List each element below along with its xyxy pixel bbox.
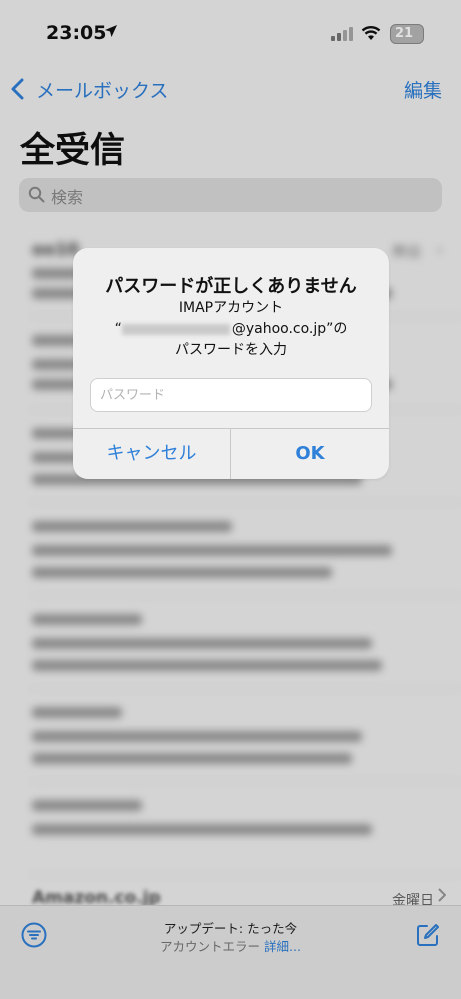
alert-email-domain: @yahoo.co.jp [231,321,327,337]
redacted-email [121,323,230,335]
alert-message-line3: パスワードを入力 [175,342,287,358]
password-field[interactable] [90,378,372,412]
alert-close-quote: ”の [326,321,348,337]
password-alert-dialog: パスワードが正しくありません IMAPアカウント “ @yahoo.co.jp”の… [73,248,389,479]
alert-message: IMAPアカウント “ @yahoo.co.jp”の パスワードを入力 [73,298,389,361]
ok-button[interactable]: OK [231,429,389,479]
alert-message-line1: IMAPアカウント [178,300,284,316]
mail-screen: 23:05 21 メールボックス 編集 全受信 検索 oo10 昨日 › Ama… [0,0,461,999]
password-input[interactable] [91,379,371,411]
modal-dim-overlay [0,0,461,999]
alert-title: パスワードが正しくありません [105,276,357,297]
cancel-button[interactable]: キャンセル [73,429,230,479]
alert-message-line2: “ @yahoo.co.jp”の [73,319,389,340]
alert-open-quote: “ [114,321,122,337]
